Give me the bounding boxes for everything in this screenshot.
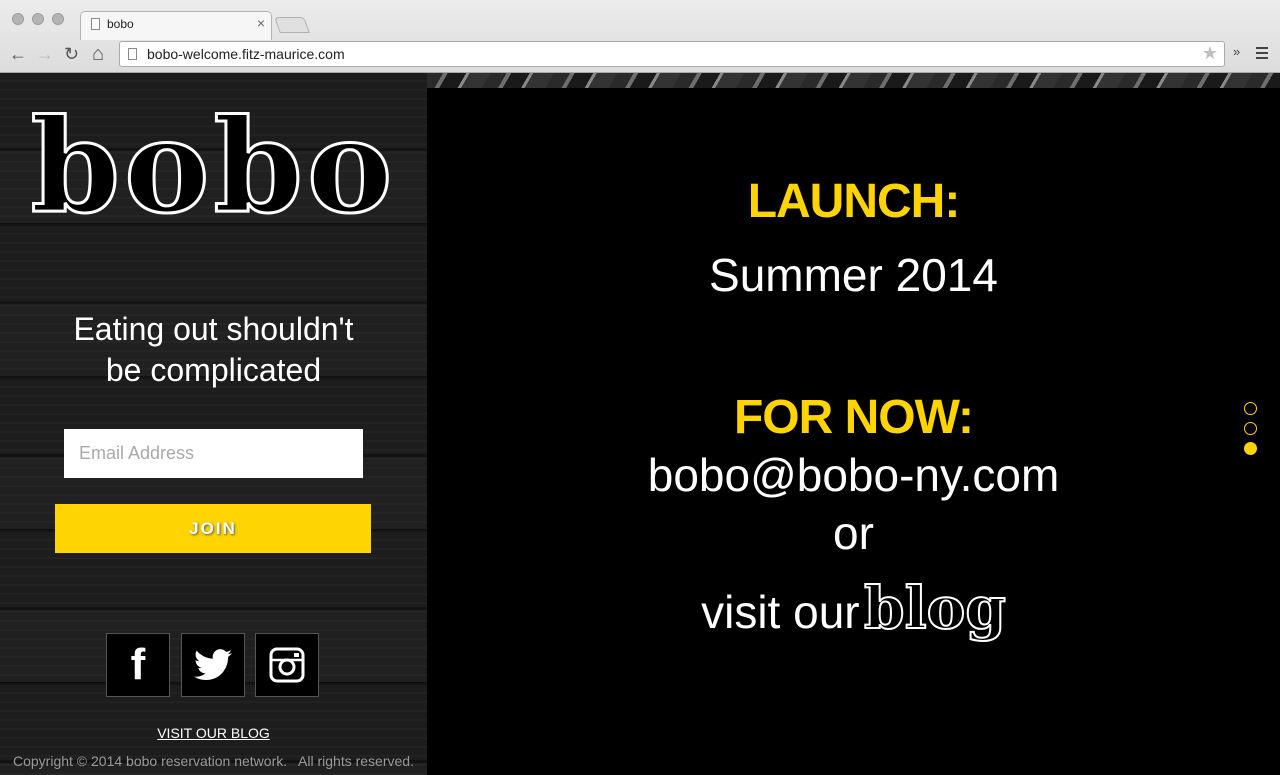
for-now-heading: FOR NOW:: [733, 391, 974, 444]
zoom-window-button[interactable]: [52, 13, 64, 25]
page-icon: [128, 48, 137, 60]
or-text: or: [833, 507, 874, 559]
new-tab-button[interactable]: [274, 17, 310, 33]
visit-blog-link[interactable]: VISIT OUR BLOG: [0, 725, 427, 741]
visit-prefix: visit our: [701, 586, 860, 638]
instagram-icon: [269, 647, 305, 683]
pager-dot-1[interactable]: [1244, 402, 1257, 415]
tagline: Eating out shouldn't be complicated: [0, 309, 427, 391]
tab-close-icon[interactable]: ×: [257, 15, 265, 31]
home-button[interactable]: ⌂: [92, 43, 104, 65]
reload-button[interactable]: ↻: [64, 43, 79, 65]
signup-sidebar: bobo Eating out shouldn't be complicated…: [0, 73, 427, 775]
address-bar[interactable]: bobo-welcome.fitz-maurice.com ★: [119, 41, 1225, 67]
pager-dot-3[interactable]: [1244, 442, 1257, 455]
join-button[interactable]: JOIN: [55, 504, 371, 553]
announcement-panel: LAUNCH: Summer 2014 FOR NOW: bobo@bobo-n…: [427, 88, 1280, 775]
browser-chrome: bobo × ← → ↻ ⌂ bobo-welcome.fitz-maurice…: [0, 0, 1280, 73]
url-text[interactable]: bobo-welcome.fitz-maurice.com: [147, 46, 345, 62]
facebook-button[interactable]: f: [106, 633, 170, 697]
back-button[interactable]: ←: [9, 43, 27, 65]
contact-email[interactable]: bobo@bobo-ny.com: [427, 448, 1280, 502]
tab-title: bobo: [107, 17, 134, 31]
page-icon: [91, 18, 100, 30]
twitter-button[interactable]: [181, 633, 245, 697]
facebook-icon: f: [130, 640, 146, 689]
bobo-logo: bobo: [29, 91, 397, 244]
forward-button[interactable]: →: [36, 43, 54, 65]
launch-date: Summer 2014: [709, 249, 998, 301]
extensions-overflow-icon[interactable]: »: [1233, 44, 1240, 59]
visit-blog-line: visit our blog: [427, 573, 1280, 643]
launch-heading: LAUNCH:: [747, 175, 961, 228]
bookmark-star-icon[interactable]: ★: [1202, 43, 1218, 64]
browser-tab[interactable]: bobo ×: [80, 11, 272, 40]
pager-dot-2[interactable]: [1244, 422, 1257, 435]
instagram-button[interactable]: [255, 633, 319, 697]
tagline-line-1: Eating out shouldn't: [73, 311, 354, 347]
header-photo: [427, 73, 1280, 88]
blog-link[interactable]: blog: [863, 573, 1007, 643]
twitter-icon: [194, 649, 232, 681]
email-field[interactable]: [64, 429, 363, 478]
tagline-line-2: be complicated: [105, 352, 322, 388]
close-window-button[interactable]: [12, 13, 24, 25]
copyright-text: Copyright © 2014 bobo reservation networ…: [13, 753, 414, 769]
minimize-window-button[interactable]: [32, 13, 44, 25]
menu-icon[interactable]: [1256, 47, 1268, 62]
